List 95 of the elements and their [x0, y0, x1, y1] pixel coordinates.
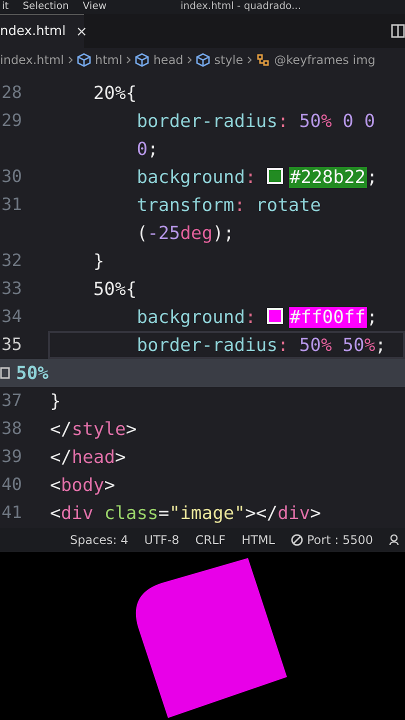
- code-token: rotate: [256, 194, 321, 216]
- code-token: :: [234, 194, 246, 216]
- tab-label: ndex.html: [0, 24, 66, 39]
- cube-icon: [76, 53, 91, 67]
- line-number: 34: [0, 307, 22, 327]
- code-token: background: [136, 166, 246, 188]
- code-token: %: [364, 334, 376, 356]
- breadcrumb-item[interactable]: head: [153, 53, 184, 67]
- code-token: :: [245, 306, 257, 328]
- port-status[interactable]: Port : 5500: [291, 533, 373, 547]
- code-token: =: [158, 502, 170, 524]
- code-token: >: [310, 502, 321, 524]
- code-token: :: [278, 110, 290, 132]
- color-swatch[interactable]: [266, 308, 283, 324]
- code-token: }: [92, 250, 104, 272]
- code-token: head: [72, 446, 116, 468]
- color-swatch[interactable]: [266, 168, 283, 184]
- code-token: >: [115, 446, 126, 468]
- line-number: 38: [0, 419, 22, 439]
- code-token: </: [50, 418, 72, 440]
- code-token: %: [320, 110, 332, 132]
- chevron-icon: [247, 56, 252, 64]
- code-token: #228b22: [288, 166, 367, 188]
- code-token: ;: [148, 138, 158, 160]
- line-number: 41: [0, 503, 22, 523]
- code-token: 20%{: [92, 82, 137, 104]
- code-token: 50: [299, 110, 321, 132]
- line-number: 28: [0, 83, 22, 103]
- code-token: -25: [148, 222, 180, 244]
- line-number: 31: [0, 195, 22, 215]
- code-token: <: [50, 474, 61, 496]
- suggestion-text: 50%: [16, 362, 49, 384]
- code-token: ></: [245, 502, 278, 524]
- line-number: 32: [0, 251, 22, 271]
- code-token: 50%{: [92, 278, 137, 300]
- status-item[interactable]: Spaces: 4: [70, 533, 128, 547]
- code-token: 0: [136, 138, 148, 160]
- code-token: 50: [342, 334, 364, 356]
- code-token: ;: [366, 306, 378, 328]
- menu-item[interactable]: it: [2, 1, 9, 13]
- code-token: }: [50, 390, 61, 412]
- suggestion-row[interactable]: 50%: [0, 359, 405, 387]
- chevron-icon: [187, 56, 192, 64]
- line-number: 37: [0, 391, 22, 411]
- code-token: ;: [366, 166, 378, 188]
- code-token: border-radius: [136, 110, 278, 132]
- breadcrumb-item[interactable]: index.html: [0, 53, 64, 67]
- status-item[interactable]: UTF-8: [144, 533, 180, 547]
- code-token: :: [245, 166, 257, 188]
- line-number: 29: [0, 111, 22, 131]
- blocked-icon: [291, 534, 303, 546]
- breadcrumb-item[interactable]: html: [94, 53, 122, 67]
- code-token: 0 0: [342, 110, 376, 132]
- code-token: body: [60, 474, 104, 496]
- code-token: >: [126, 418, 137, 440]
- nodes-icon: [256, 53, 270, 67]
- code-token: background: [136, 306, 246, 328]
- breadcrumb-item[interactable]: @keyframes img: [274, 53, 376, 67]
- code-token: 50: [299, 334, 321, 356]
- line-number: 30: [0, 167, 22, 187]
- code-token: );: [212, 222, 234, 244]
- code-token: div: [278, 502, 310, 524]
- cube-icon: [135, 53, 150, 67]
- window-title: index.html - quadrado...: [180, 1, 302, 13]
- line-number: 33: [0, 279, 22, 299]
- line-number: 40: [0, 475, 22, 495]
- code-token: ;: [375, 334, 386, 356]
- account-icon[interactable]: [389, 534, 401, 546]
- code-token: %: [320, 334, 332, 356]
- code-token: transform: [136, 194, 234, 216]
- code-token: :: [278, 334, 290, 356]
- chevron-icon: [126, 56, 132, 64]
- code-token: deg: [180, 222, 213, 244]
- cube-icon: [196, 53, 210, 67]
- code-token: border-radius: [136, 334, 278, 356]
- code-token: >: [104, 474, 116, 496]
- code-token: div: [60, 502, 94, 524]
- code-token: (: [136, 222, 148, 244]
- line-number: 39: [0, 447, 22, 467]
- code-token: class: [104, 502, 158, 524]
- code-token: </: [50, 446, 72, 468]
- chevron-icon: [68, 56, 73, 64]
- code-token: <: [50, 502, 61, 524]
- split-editor-icon[interactable]: [391, 24, 405, 38]
- menu-item[interactable]: View: [82, 1, 107, 13]
- code-token: #ff00ff: [288, 306, 367, 328]
- editor-tab[interactable]: ndex.html ×: [0, 14, 84, 48]
- breadcrumb-item[interactable]: style: [214, 53, 244, 67]
- code-token: style: [72, 418, 126, 440]
- code-token: "image": [169, 502, 246, 524]
- status-item[interactable]: CRLF: [195, 533, 226, 547]
- line-number: 35: [0, 335, 22, 355]
- status-item[interactable]: HTML: [242, 533, 275, 547]
- value-icon: [0, 367, 10, 379]
- menu-item[interactable]: Selection: [22, 1, 69, 13]
